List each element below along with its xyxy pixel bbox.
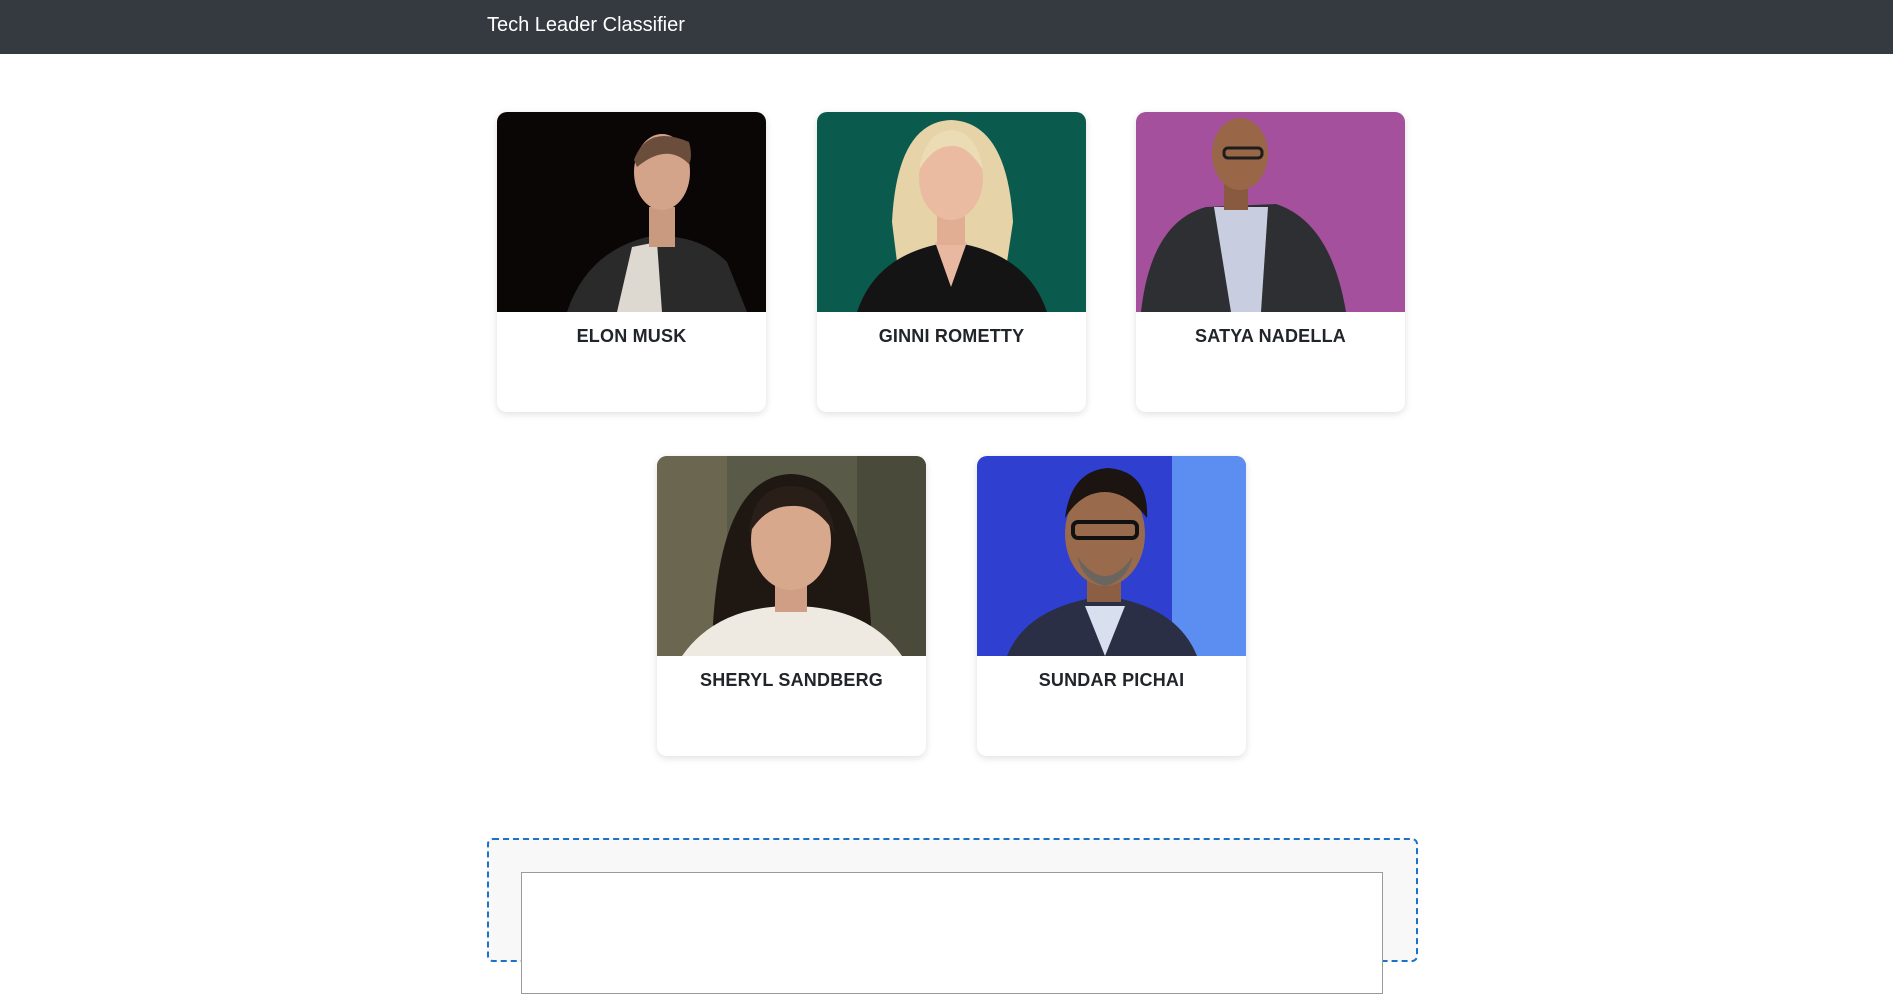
card-name: SUNDAR PICHAI: [1038, 670, 1185, 690]
card-ginni-rometty[interactable]: GINNI ROMETTY: [817, 112, 1086, 412]
card-name: SATYA NADELLA: [1195, 326, 1346, 346]
card-sheryl-sandberg[interactable]: SHERYL SANDBERG: [657, 456, 926, 756]
card-elon-musk[interactable]: ELON MUSK: [497, 112, 766, 412]
card-name: SHERYL SANDBERG: [699, 670, 884, 690]
card-sundar-pichai[interactable]: SUNDAR PICHAI: [977, 456, 1246, 756]
photo-ginni-rometty: [817, 112, 1086, 312]
navbar: Tech Leader Classifier: [0, 0, 1893, 54]
card-name: GINNI ROMETTY: [878, 326, 1025, 346]
photo-sheryl-sandberg: [657, 456, 926, 656]
navbar-brand[interactable]: Tech Leader Classifier: [487, 14, 685, 37]
upload-dropzone[interactable]: [487, 838, 1418, 994]
card-name: ELON MUSK: [576, 326, 687, 346]
photo-sundar-pichai: [977, 456, 1246, 656]
photo-elon-musk: [497, 112, 766, 312]
card-satya-nadella[interactable]: SATYA NADELLA: [1136, 112, 1405, 412]
photo-satya-nadella: [1136, 112, 1405, 312]
dropzone-inner-box[interactable]: [521, 872, 1383, 994]
